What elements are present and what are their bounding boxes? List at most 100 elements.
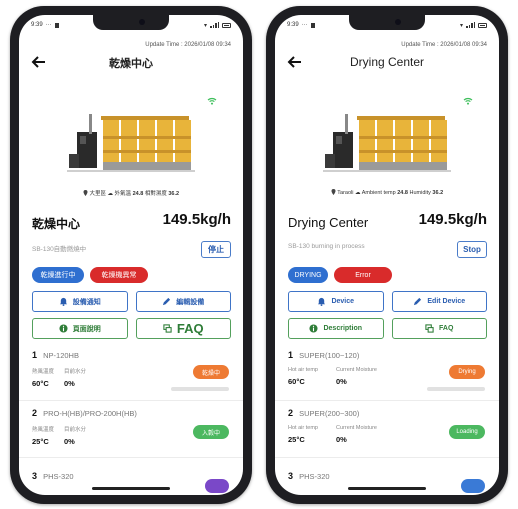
info-icon — [309, 324, 319, 333]
moisture-label: 目前水分 — [64, 369, 87, 375]
camera-notch — [349, 15, 425, 30]
dryer-item-2[interactable]: 2 SUPER(200~300) Hot air temp Current Mo… — [288, 408, 487, 444]
dryer-item-1[interactable]: 1 SUPER(100~120) Hot air temp Current Mo… — [288, 350, 487, 391]
description-button[interactable]: 頁面說明 — [32, 318, 128, 339]
burner-status: SB-130自動燃燒中 — [32, 246, 87, 253]
dryer-machine-image — [323, 114, 451, 172]
dryer-number: 3 — [288, 471, 294, 481]
sim-icon — [310, 22, 315, 28]
dryer-status-pill: Drying — [449, 365, 485, 379]
bell-icon — [59, 297, 67, 306]
moisture-value: 0% — [336, 377, 347, 386]
dryer-item-1[interactable]: 1 NP-120HB 熱風溫度 目前水分 60°C 0% 乾燥中 — [32, 350, 231, 391]
description-label: Description — [323, 325, 362, 332]
capacity-value: 149.5kg/h — [162, 211, 231, 228]
device-notification-label: 設備通知 — [72, 298, 101, 306]
home-indicator[interactable] — [348, 487, 426, 490]
dryer-model: PHS-320 — [299, 472, 330, 481]
dryer-machine-image — [67, 114, 195, 172]
dryer-number: 1 — [32, 350, 38, 360]
wifi-icon — [207, 97, 217, 105]
dryer-model: PHS-320 — [43, 472, 74, 481]
status-time: 9:39 — [31, 22, 43, 28]
app-screen-english: 9:39 ··· ▾ Update Time : 2026/01/08 09:3… — [275, 15, 499, 495]
edit-device-button[interactable]: 編輯設備 — [135, 291, 231, 312]
hot-air-value: 60°C — [288, 377, 305, 386]
battery-icon — [222, 22, 231, 28]
edit-device-button[interactable]: Edit Device — [391, 291, 487, 312]
stop-button[interactable]: Stop — [457, 241, 487, 258]
faq-label: FAQ — [176, 321, 204, 336]
dryer-status-pill: 入穀中 — [193, 425, 229, 439]
faq-icon — [425, 324, 434, 333]
hot-air-value: 60°C — [32, 379, 49, 388]
description-button[interactable]: Description — [288, 318, 384, 339]
wifi-icon — [463, 97, 473, 105]
page-title: 乾燥中心 — [109, 58, 153, 70]
dryer-model: SUPER(200~300) — [299, 409, 360, 418]
hot-air-value: 25°C — [288, 435, 305, 444]
battery-icon — [478, 22, 487, 28]
update-time: Update Time : 2026/01/08 09:34 — [401, 42, 487, 48]
dryer-model: SUPER(100~120) — [299, 351, 360, 360]
device-notification-label: Device — [331, 298, 355, 305]
location-name: Taraoli — [337, 190, 354, 196]
dryer-number: 3 — [32, 471, 38, 481]
dryer-progress-bar — [427, 387, 485, 391]
error-badge[interactable]: 乾燥機異常 — [90, 267, 148, 283]
home-indicator[interactable] — [92, 487, 170, 490]
faq-button[interactable]: FAQ — [391, 318, 487, 339]
location-name: 大里區 — [89, 191, 106, 197]
edit-device-label: Edit Device — [427, 298, 466, 305]
location-weather-row: Taraoli ☁ Ambient temp 24.8 Humidity 36.… — [275, 189, 499, 196]
divider — [275, 457, 499, 458]
center-name: Drying Center — [288, 215, 369, 230]
signal-icon — [466, 22, 475, 28]
error-badge[interactable]: Error — [334, 267, 392, 283]
ambient-label: Ambient temp — [361, 190, 396, 196]
divider — [19, 400, 243, 401]
dryer-progress-bar — [171, 387, 229, 391]
info-icon — [59, 324, 68, 333]
edit-icon — [414, 297, 422, 306]
cloud-icon: ☁ — [355, 190, 361, 196]
app-screen-chinese: 9:39 ··· ▾ Update Time : 2026/01/08 09:3… — [19, 15, 243, 495]
device-notification-button[interactable]: Device — [288, 291, 384, 312]
moisture-value: 0% — [64, 437, 75, 446]
device-notification-button[interactable]: 設備通知 — [32, 291, 128, 312]
divider — [275, 400, 499, 401]
faq-label: FAQ — [439, 325, 454, 332]
cloud-icon: ☁ — [107, 191, 113, 197]
dryer-model: PRO-H(HB)/PRO-200H(HB) — [43, 409, 137, 418]
page-title: Drying Center — [349, 55, 425, 69]
drying-badge[interactable]: DRYING — [288, 267, 328, 283]
hot-air-label: Hot air temp — [288, 367, 318, 373]
moisture-value: 0% — [64, 379, 75, 388]
center-name: 乾燥中心 — [32, 217, 81, 231]
dryer-item-2[interactable]: 2 PRO-H(HB)/PRO-200H(HB) 熱風溫度 目前水分 25°C … — [32, 408, 231, 446]
dryer-item-3[interactable]: 3 PHS-320 — [32, 471, 231, 493]
dryer-status-pill: 乾燥中 — [193, 365, 229, 379]
faq-button[interactable]: FAQ — [135, 318, 231, 339]
capacity-value: 149.5kg/h — [418, 211, 487, 228]
status-time: 9:39 — [287, 22, 299, 28]
dryer-model: NP-120HB — [43, 351, 79, 360]
humidity-value: 36.2 — [432, 190, 444, 196]
notification-dots-icon: ··· — [45, 22, 52, 28]
location-pin-icon — [83, 190, 88, 196]
humidity-label: 相對濕度 — [144, 191, 167, 197]
humidity-value: 36.2 — [168, 191, 180, 197]
faq-icon — [163, 324, 172, 333]
dryer-status-pill — [461, 479, 485, 493]
action-grid: Device Edit Device Description FAQ — [288, 291, 487, 339]
sim-icon — [54, 22, 59, 28]
update-time: Update Time : 2026/01/08 09:34 — [145, 42, 231, 48]
ambient-label: 外氣溫 — [114, 191, 132, 197]
stop-button[interactable]: 停止 — [201, 241, 231, 258]
location-pin-icon — [331, 189, 336, 195]
dryer-item-3[interactable]: 3 PHS-320 — [288, 471, 487, 493]
hot-air-value: 25°C — [32, 437, 49, 446]
signal-icon — [210, 22, 219, 28]
drying-badge[interactable]: 乾燥進行中 — [32, 267, 84, 283]
phone-frame-english: 9:39 ··· ▾ Update Time : 2026/01/08 09:3… — [266, 6, 508, 504]
